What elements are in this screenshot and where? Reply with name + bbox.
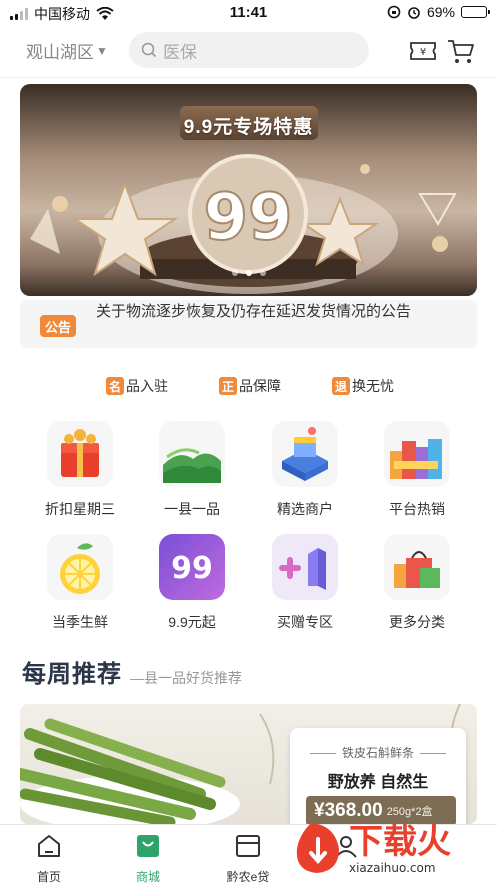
shopping-bag-icon (135, 833, 161, 859)
guarantee-row: 名品入驻 正品保障 退换无忧 (0, 376, 497, 396)
banner-pagination (20, 270, 477, 276)
category-label: 平台热销 (367, 499, 467, 519)
watermark-url: xiazaihuo.com (349, 861, 436, 875)
storefront-icon (272, 421, 338, 487)
search-placeholder: 医保 (163, 38, 197, 63)
notice-badge: 公告 (40, 315, 76, 337)
guarantee-tag: 名 (106, 377, 124, 395)
guarantee-return: 退换无忧 (332, 376, 394, 396)
category-from-9-9[interactable]: 99 9.9元起 (142, 534, 242, 632)
category-label: 折扣星期三 (30, 499, 130, 519)
category-more[interactable]: 更多分类 (367, 534, 467, 632)
category-discount-wednesday[interactable]: 折扣星期三 (30, 421, 130, 519)
guarantee-label: 品入驻 (126, 376, 168, 396)
pagination-dot[interactable] (232, 270, 238, 276)
search-input[interactable]: 医保 (129, 32, 369, 68)
tab-label: 黔农e贷 (208, 868, 288, 885)
shopping-bag-icon (384, 534, 450, 600)
guarantee-label: 品保障 (239, 376, 281, 396)
red-gift-box-icon (47, 421, 113, 487)
category-seasonal-fresh[interactable]: 当季生鲜 (30, 534, 130, 632)
coupon-yuan-icon[interactable]: ¥ (408, 36, 438, 66)
tab-home[interactable]: 首页 (9, 833, 89, 885)
tea-field-icon (159, 421, 225, 487)
svg-text:99: 99 (171, 551, 213, 586)
category-label: 一县一品 (142, 499, 242, 519)
tab-mall[interactable]: 商城 (108, 833, 188, 885)
weekly-product-banner[interactable]: 铁皮石斛鲜条 野放养 自然生 ¥368.00 250g*2盒 (20, 704, 477, 824)
card-icon (235, 833, 261, 859)
category-hot-sellers[interactable]: 平台热销 (367, 421, 467, 519)
category-label: 更多分类 (367, 612, 467, 632)
guarantee-genuine: 正品保障 (219, 376, 281, 396)
category-label: 9.9元起 (142, 612, 242, 632)
caret-down-icon: ▼ (96, 44, 108, 58)
watermark-logo: 下载火 xiazaihuo.com (291, 815, 491, 877)
category-label: 买赠专区 (255, 612, 355, 632)
battery-icon (461, 6, 487, 18)
category-county-product[interactable]: 一县一品 (142, 421, 242, 519)
section-title: 每周推荐 (22, 654, 122, 689)
plus-one-icon (272, 534, 338, 600)
rotation-lock-icon (387, 5, 401, 19)
category-label: 当季生鲜 (30, 612, 130, 632)
guarantee-brand: 名品入驻 (106, 376, 168, 396)
watermark-text: 下载火 (349, 822, 451, 862)
location-selector[interactable]: 观山湖区 ▼ (26, 38, 108, 63)
tab-label: 首页 (9, 868, 89, 885)
battery-percent: 69% (427, 4, 455, 20)
product-name: 铁皮石斛鲜条 (290, 744, 466, 761)
alarm-icon (407, 5, 421, 19)
section-subtitle: —县一品好货推荐 (130, 668, 242, 688)
category-label: 精选商户 (255, 499, 355, 519)
header-divider (0, 77, 497, 78)
lemon-icon (47, 534, 113, 600)
location-label: 观山湖区 (26, 38, 94, 63)
notice-text: 关于物流逐步恢复及仍存在延迟发货情况的公告 (96, 300, 411, 321)
tab-loan[interactable]: 黔农e贷 (208, 833, 288, 885)
category-selected-merchants[interactable]: 精选商户 (255, 421, 355, 519)
ninety-nine-icon: 99 (159, 534, 225, 600)
banner-title: 9.9元专场特惠 (20, 112, 477, 139)
pagination-dot[interactable] (260, 270, 266, 276)
pagination-dot[interactable] (246, 270, 252, 276)
search-icon (141, 42, 157, 58)
shopping-city-icon (384, 421, 450, 487)
guarantee-tag: 退 (332, 377, 350, 395)
svg-text:¥: ¥ (420, 47, 426, 58)
promo-banner[interactable]: 99 9.9元专场特惠 (20, 84, 477, 296)
banner-number: 99 (203, 181, 292, 255)
home-icon (36, 833, 62, 859)
guarantee-tag: 正 (219, 377, 237, 395)
cart-icon[interactable] (446, 36, 476, 66)
category-buy-get-free[interactable]: 买赠专区 (255, 534, 355, 632)
header: 观山湖区 ▼ 医保 ¥ (0, 26, 497, 76)
guarantee-label: 换无忧 (352, 376, 394, 396)
notice-bar[interactable]: 公告 关于物流逐步恢复及仍存在延迟发货情况的公告 (20, 300, 477, 348)
tab-label: 商城 (108, 868, 188, 885)
product-slogan: 野放养 自然生 (290, 768, 466, 792)
status-bar: 中国移动 11:41 69% (0, 0, 497, 26)
product-card[interactable]: 铁皮石斛鲜条 野放养 自然生 ¥368.00 250g*2盒 (290, 728, 466, 824)
